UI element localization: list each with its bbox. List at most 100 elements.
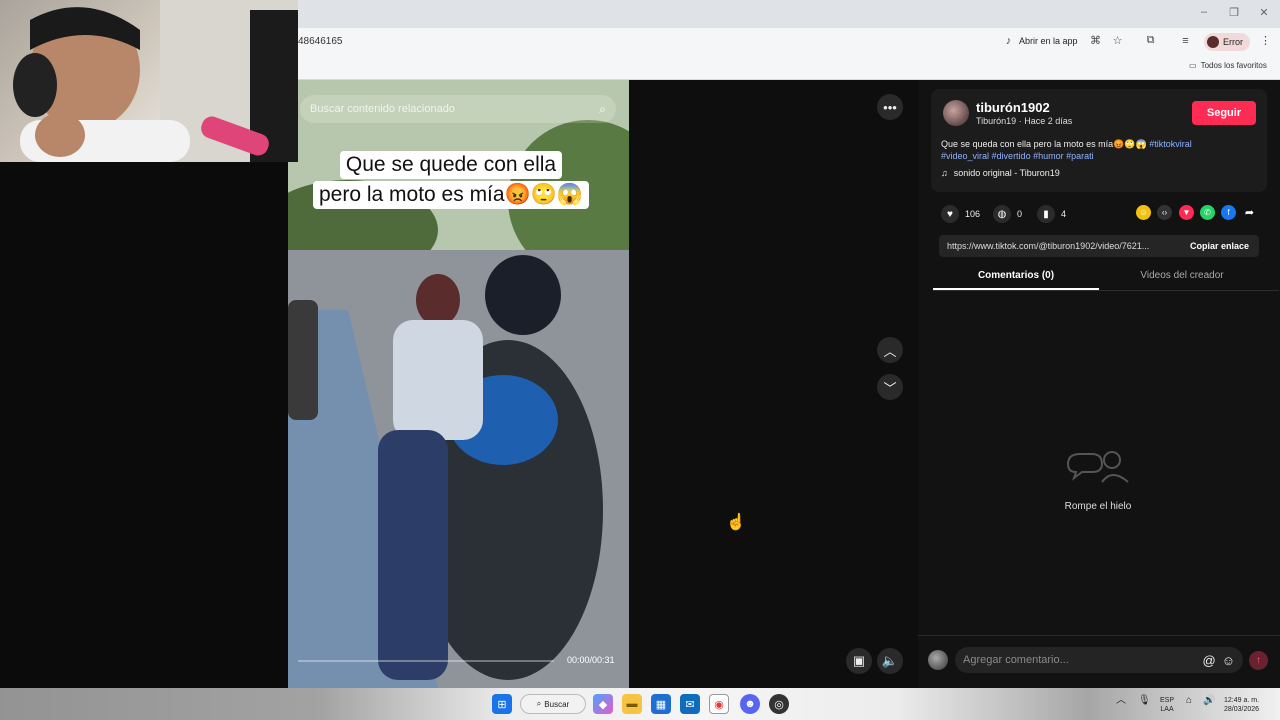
clock[interactable]: 12:49 a. m. 28/03/2026 bbox=[1224, 696, 1259, 714]
mention-icon[interactable]: @ bbox=[1203, 653, 1216, 668]
extensions-button[interactable]: ⧉ bbox=[1144, 34, 1157, 47]
all-bookmarks-folder[interactable]: ▭ Todos los favoritos bbox=[1189, 61, 1267, 70]
video-progress-bar[interactable] bbox=[298, 660, 554, 662]
tray-chevron-icon[interactable]: ︿ bbox=[1116, 696, 1126, 706]
heart-icon: ♥ bbox=[941, 205, 959, 223]
file-explorer-button[interactable]: ▬ bbox=[622, 694, 642, 714]
tab-creator-videos[interactable]: Videos del creador bbox=[1099, 270, 1265, 281]
more-horizontal-icon: ••• bbox=[883, 99, 897, 115]
video-link-url[interactable]: https://www.tiktok.com/@tiburon1902/vide… bbox=[947, 241, 1171, 251]
post-description: Que se queda con ella pero la moto es mí… bbox=[941, 138, 1241, 162]
next-video-button[interactable]: ﹀ bbox=[877, 374, 903, 400]
share-friends-button[interactable]: ☺ bbox=[1136, 205, 1151, 220]
music-note-icon: ♫ bbox=[941, 168, 948, 178]
language-indicator[interactable]: ESP LAA bbox=[1160, 696, 1174, 714]
creator-avatar[interactable] bbox=[943, 100, 969, 126]
microphone-icon[interactable]: 🎙 bbox=[1138, 696, 1151, 706]
post-age: Hace 2 días bbox=[1024, 116, 1073, 126]
empty-comments-icon bbox=[1062, 446, 1134, 486]
comment-tools: @ ☺ bbox=[1203, 653, 1235, 668]
speaker-icon[interactable]: 🔊 bbox=[1203, 696, 1215, 706]
search-placeholder: Buscar contenido relacionado bbox=[310, 103, 455, 115]
post-comment-button[interactable]: ↑ bbox=[1249, 651, 1268, 670]
caption-line-1: Que se quede con ella bbox=[339, 151, 563, 179]
user-avatar bbox=[928, 650, 948, 670]
folder-icon: ▬ bbox=[626, 698, 638, 710]
pip-icon: ▣ bbox=[852, 653, 866, 668]
comment-placeholder: Agregar comentario... bbox=[963, 654, 1069, 666]
emoji-icon[interactable]: ☺ bbox=[1222, 653, 1235, 668]
embed-button[interactable]: ‹› bbox=[1157, 205, 1172, 220]
facebook-icon: f bbox=[1227, 208, 1230, 217]
chrome-icon: ◉ bbox=[714, 698, 724, 711]
page-left-area bbox=[0, 162, 288, 688]
copy-link-button[interactable]: Copiar enlace bbox=[1180, 241, 1259, 251]
minimize-button[interactable]: – bbox=[1194, 6, 1214, 18]
whatsapp-share-button[interactable]: ✆ bbox=[1200, 205, 1215, 220]
caption-line-2: pero la moto es mía😡🙄😱 bbox=[312, 181, 590, 209]
browser-menu-button[interactable]: ⋮ bbox=[1259, 34, 1272, 47]
search-icon: ⌕ bbox=[536, 699, 542, 708]
creator-subline: Tiburón19 · Hace 2 días bbox=[976, 116, 1072, 126]
facebook-share-button[interactable]: f bbox=[1221, 205, 1236, 220]
save-count: 4 bbox=[1061, 209, 1067, 219]
floating-player-button[interactable]: ▣ bbox=[846, 648, 872, 674]
language-code: ESP bbox=[1160, 697, 1175, 704]
hashtag-link[interactable]: #divertido bbox=[992, 151, 1031, 161]
store-button[interactable]: ▦ bbox=[651, 694, 671, 714]
comment-bar-divider bbox=[918, 635, 1280, 636]
more-options-button[interactable]: ••• bbox=[877, 94, 903, 120]
copilot-icon: ◆ bbox=[598, 698, 608, 711]
keyboard-layout: LAA bbox=[1160, 706, 1174, 713]
hashtag-link[interactable]: #humor bbox=[1033, 151, 1064, 161]
windows-start-button[interactable]: ⊞ bbox=[492, 694, 512, 714]
copilot-taskbar-button[interactable]: ◆ bbox=[593, 694, 613, 714]
follow-button[interactable]: Seguir bbox=[1192, 101, 1256, 125]
media-controls-button[interactable]: ≡ bbox=[1179, 34, 1192, 47]
close-window-button[interactable]: ✕ bbox=[1254, 6, 1274, 19]
hashtag-link[interactable]: #parati bbox=[1066, 151, 1094, 161]
star-icon: ☆ bbox=[1112, 35, 1123, 47]
network-icon[interactable]: ⌂ bbox=[1186, 696, 1192, 706]
webcam-scene bbox=[13, 0, 298, 162]
taskbar-search-label: Buscar bbox=[544, 699, 570, 709]
record-icon: ◎ bbox=[774, 698, 784, 711]
obs-button[interactable]: ◎ bbox=[769, 694, 789, 714]
hashtag-link[interactable]: #video_viral bbox=[941, 151, 989, 161]
video-caption: Que se quede con ella pero la moto es mí… bbox=[296, 150, 606, 210]
taskbar-search[interactable]: ⌕ Buscar bbox=[520, 694, 586, 714]
volume-button[interactable]: 🔈 bbox=[877, 648, 903, 674]
comment-icon: ◍ bbox=[993, 205, 1011, 223]
tab-comments[interactable]: Comentarios (0) bbox=[933, 270, 1099, 281]
hashtag-link[interactable]: #tiktokviral bbox=[1149, 139, 1192, 149]
sound-link[interactable]: ♫ sonido original - Tiburon19 bbox=[941, 168, 1060, 178]
bookmarks-bar bbox=[298, 56, 1280, 80]
send-button[interactable]: ▼ bbox=[1179, 205, 1194, 220]
more-share-button[interactable]: ➦ bbox=[1242, 205, 1257, 220]
store-icon: ▦ bbox=[655, 698, 667, 711]
comment-button[interactable]: ◍ 0 bbox=[993, 205, 1022, 223]
open-in-app-button[interactable]: ♪ Abrir en la app bbox=[1002, 34, 1078, 47]
subline-separator: · bbox=[1018, 116, 1022, 126]
whatsapp-icon: ✆ bbox=[1204, 208, 1211, 217]
empty-comments-text: Rompe el hielo bbox=[1064, 501, 1132, 512]
discord-button[interactable]: ☻ bbox=[740, 694, 760, 714]
profile-error-button[interactable]: Error bbox=[1204, 33, 1250, 51]
maximize-button[interactable]: ❐ bbox=[1224, 6, 1244, 19]
related-search-input[interactable]: Buscar contenido relacionado ⌕ bbox=[300, 95, 616, 123]
share-arrow-icon: ➦ bbox=[1244, 207, 1255, 219]
previous-video-button[interactable]: ︿ bbox=[877, 337, 903, 363]
translate-icon: ⌘ bbox=[1090, 35, 1101, 47]
comment-input[interactable]: Agregar comentario... @ ☺ bbox=[955, 647, 1243, 673]
search-icon[interactable]: ⌕ bbox=[599, 102, 606, 117]
translate-button[interactable]: ⌘ bbox=[1089, 34, 1102, 47]
chrome-button[interactable]: ◉ bbox=[709, 694, 729, 714]
avatar bbox=[1207, 36, 1219, 48]
address-bar-url[interactable]: 48646165 bbox=[298, 36, 343, 47]
outlook-button[interactable]: ✉ bbox=[680, 694, 700, 714]
creator-username[interactable]: tiburón1902 bbox=[976, 100, 1050, 115]
like-button[interactable]: ♥ 106 bbox=[941, 205, 980, 223]
folder-icon: ▭ bbox=[1189, 61, 1197, 70]
save-button[interactable]: ▮ 4 bbox=[1037, 205, 1066, 223]
bookmark-star-button[interactable]: ☆ bbox=[1111, 34, 1124, 47]
